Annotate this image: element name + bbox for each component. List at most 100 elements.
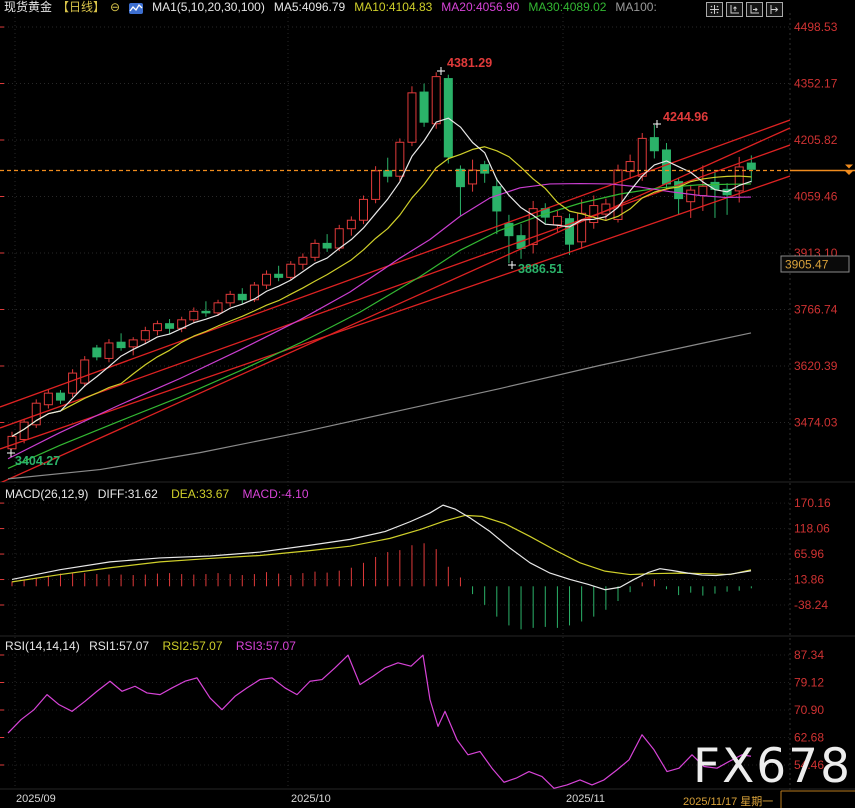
svg-text:3620.39: 3620.39 bbox=[794, 359, 838, 373]
rsi-title: RSI(14,14,14) bbox=[5, 639, 80, 653]
svg-text:170.16: 170.16 bbox=[794, 496, 831, 510]
candle bbox=[384, 171, 392, 176]
candle bbox=[699, 186, 707, 195]
macd-dea-value: DEA:33.67 bbox=[171, 487, 229, 501]
svg-text:70.90: 70.90 bbox=[794, 703, 824, 717]
candles bbox=[8, 72, 755, 449]
trading-app-window: 4498.534352.174205.824059.463913.103766.… bbox=[0, 0, 855, 808]
ma10-value: MA10:4104.83 bbox=[354, 0, 432, 14]
svg-text:3474.03: 3474.03 bbox=[794, 415, 838, 429]
svg-text:3404.27: 3404.27 bbox=[15, 454, 60, 468]
candle bbox=[117, 342, 125, 347]
candle bbox=[747, 163, 755, 169]
candle bbox=[214, 303, 222, 313]
candle bbox=[481, 165, 489, 173]
x-axis-label: 2025/10 bbox=[291, 793, 331, 805]
svg-text:13.86: 13.86 bbox=[794, 573, 824, 587]
x-axis-label: 2025/11 bbox=[566, 793, 605, 805]
candle bbox=[141, 331, 149, 340]
candle bbox=[469, 170, 477, 184]
svg-text:3766.74: 3766.74 bbox=[794, 302, 838, 316]
ma20-value: MA20:4056.90 bbox=[441, 0, 519, 14]
candle bbox=[650, 138, 658, 151]
svg-text:4205.82: 4205.82 bbox=[794, 133, 838, 147]
candle bbox=[299, 257, 307, 264]
macd-title: MACD(26,12,9) bbox=[5, 487, 88, 501]
candle bbox=[420, 92, 428, 122]
chart-toolbar bbox=[706, 2, 783, 17]
x-axis-label: 2025/11/17 星期一 bbox=[683, 793, 773, 808]
svg-text:4498.53: 4498.53 bbox=[794, 20, 838, 34]
fx678-watermark: FX678 bbox=[693, 739, 852, 794]
svg-text:3905.47: 3905.47 bbox=[785, 258, 829, 272]
candle bbox=[311, 243, 319, 257]
candle bbox=[359, 199, 367, 220]
candle bbox=[408, 93, 416, 142]
candle bbox=[662, 150, 670, 184]
macd-value: MACD:-4.10 bbox=[242, 487, 308, 501]
candle bbox=[347, 220, 355, 228]
candle bbox=[190, 311, 198, 319]
candle bbox=[287, 264, 295, 277]
rsi2-value: RSI2:57.07 bbox=[162, 639, 222, 653]
candle bbox=[81, 360, 89, 383]
svg-text:-38.24: -38.24 bbox=[794, 598, 828, 612]
svg-text:79.12: 79.12 bbox=[794, 676, 824, 690]
candlestick-chart-canvas[interactable]: 4498.534352.174205.824059.463913.103766.… bbox=[0, 0, 855, 808]
crosshair-icon[interactable] bbox=[706, 2, 723, 17]
trendlines bbox=[0, 120, 790, 483]
candle bbox=[238, 294, 246, 299]
candle bbox=[275, 274, 283, 277]
chart-type-icon[interactable] bbox=[129, 3, 143, 14]
ma30-value: MA30:4089.02 bbox=[528, 0, 606, 14]
candle bbox=[8, 436, 16, 448]
instrument-title: 现货黄金 bbox=[4, 0, 52, 14]
chart-header: 现货黄金 【日线】 ⊖ MA1(5,10,20,30,100) MA5:4096… bbox=[4, 0, 657, 14]
svg-text:4244.96: 4244.96 bbox=[663, 110, 708, 124]
candle bbox=[153, 324, 161, 331]
candle bbox=[553, 216, 561, 224]
svg-text:65.96: 65.96 bbox=[794, 547, 824, 561]
candle bbox=[93, 348, 101, 357]
svg-text:118.06: 118.06 bbox=[794, 522, 830, 536]
candle bbox=[166, 324, 174, 329]
svg-text:3886.51: 3886.51 bbox=[518, 262, 563, 276]
candle bbox=[578, 213, 586, 242]
candle bbox=[226, 294, 234, 302]
ma5-value: MA5:4096.79 bbox=[274, 0, 345, 14]
macd-diff-value: DIFF:31.62 bbox=[98, 487, 158, 501]
rsi-indicator-row: RSI(14,14,14) RSI1:57.07 RSI2:57.07 RSI3… bbox=[5, 639, 296, 653]
candle bbox=[432, 77, 440, 124]
candle bbox=[105, 343, 113, 358]
price-marker-icon bbox=[845, 165, 853, 169]
candle bbox=[323, 243, 331, 248]
candle bbox=[456, 169, 464, 186]
candle bbox=[372, 171, 380, 200]
svg-text:87.34: 87.34 bbox=[794, 648, 824, 662]
candle bbox=[69, 373, 77, 393]
candle bbox=[263, 274, 271, 285]
macd-indicator-row: MACD(26,12,9) DIFF:31.62 DEA:33.67 MACD:… bbox=[5, 487, 309, 501]
step-forward-icon[interactable] bbox=[766, 2, 783, 17]
rsi3-value: RSI3:57.07 bbox=[236, 639, 296, 653]
candle bbox=[44, 393, 52, 405]
candle bbox=[202, 311, 210, 313]
macd-pane bbox=[12, 505, 751, 629]
candle bbox=[129, 340, 137, 347]
annotations: 4381.29 4244.96 3886.51 3404.27 bbox=[7, 56, 708, 468]
candle bbox=[335, 229, 343, 248]
candle bbox=[56, 393, 64, 400]
axis-zoom-horizontal-icon[interactable] bbox=[746, 2, 763, 17]
collapse-icon[interactable]: ⊖ bbox=[110, 0, 120, 14]
svg-text:4352.17: 4352.17 bbox=[794, 77, 838, 91]
svg-text:4059.46: 4059.46 bbox=[794, 190, 838, 204]
svg-text:4381.29: 4381.29 bbox=[447, 56, 492, 70]
ma100-value: MA100: bbox=[615, 0, 656, 14]
ma-settings-label: MA1(5,10,20,30,100) bbox=[152, 0, 265, 14]
rsi1-value: RSI1:57.07 bbox=[89, 639, 149, 653]
rsi-pane bbox=[8, 655, 751, 788]
period-label: 【日线】 bbox=[57, 0, 105, 14]
candle bbox=[687, 190, 695, 202]
axis-zoom-vertical-icon[interactable] bbox=[726, 2, 743, 17]
x-axis-label: 2025/09 bbox=[16, 793, 56, 805]
